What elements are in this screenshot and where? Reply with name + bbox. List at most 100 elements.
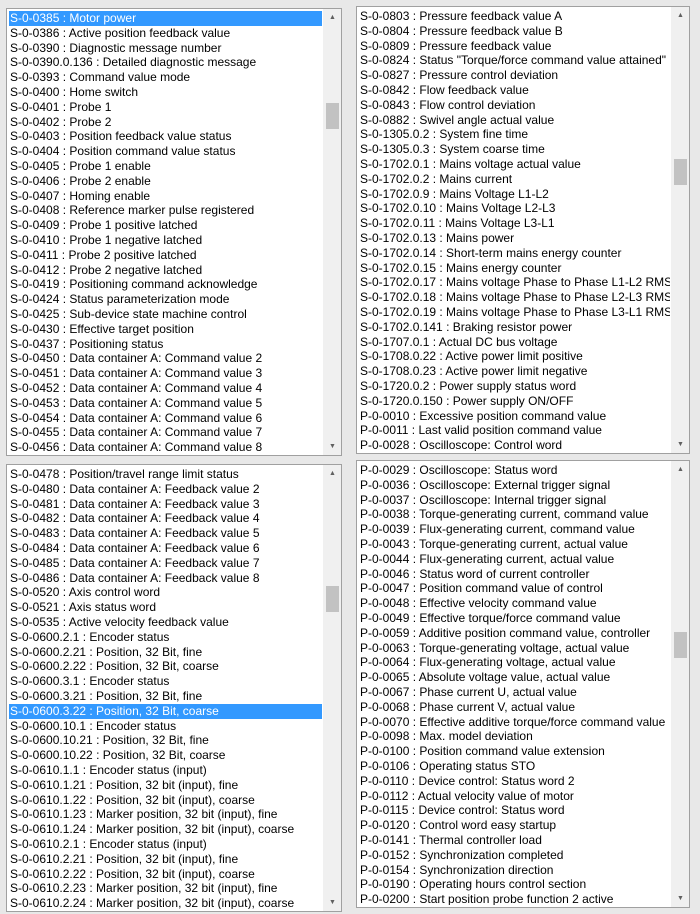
- list-item[interactable]: P-0-0065 : Absolute voltage value, actua…: [359, 670, 670, 685]
- list-item[interactable]: S-0-0484 : Data container A: Feedback va…: [9, 541, 322, 556]
- list-item[interactable]: S-0-0390.0.136 : Detailed diagnostic mes…: [9, 55, 322, 70]
- list-item[interactable]: P-0-0043 : Torque-generating current, ac…: [359, 537, 670, 552]
- list-item[interactable]: S-0-0610.1.23 : Marker position, 32 bit …: [9, 807, 322, 822]
- list-item[interactable]: P-0-0190 : Operating hours control secti…: [359, 877, 670, 892]
- list-item[interactable]: P-0-0064 : Flux-generating voltage, actu…: [359, 655, 670, 670]
- list-item[interactable]: S-0-0804 : Pressure feedback value B: [359, 24, 670, 39]
- scrollbar-thumb[interactable]: [326, 103, 339, 130]
- list-item[interactable]: S-0-0453 : Data container A: Command val…: [9, 396, 322, 411]
- list-item[interactable]: P-0-0059 : Additive position command val…: [359, 626, 670, 641]
- list-item[interactable]: S-0-0521 : Axis status word: [9, 600, 322, 615]
- list-item[interactable]: P-0-0037 : Oscilloscope: Internal trigge…: [359, 493, 670, 508]
- list-item[interactable]: S-0-1702.0.14 : Short-term mains energy …: [359, 246, 670, 261]
- list-item[interactable]: S-0-0456 : Data container A: Command val…: [9, 440, 322, 453]
- list-item[interactable]: S-0-1305.0.3 : System coarse time: [359, 142, 670, 157]
- chevron-down-icon[interactable]: ▼: [324, 894, 341, 911]
- list-item[interactable]: P-0-0068 : Phase current V, actual value: [359, 700, 670, 715]
- list-item[interactable]: S-0-0600.10.21 : Position, 32 Bit, fine: [9, 733, 322, 748]
- list-item[interactable]: S-0-0610.2.21 : Position, 32 bit (input)…: [9, 852, 322, 867]
- list-item[interactable]: P-0-0120 : Control word easy startup: [359, 818, 670, 833]
- list-item[interactable]: S-0-0600.2.1 : Encoder status: [9, 630, 322, 645]
- list-item[interactable]: P-0-0070 : Effective additive torque/for…: [359, 715, 670, 730]
- list-item[interactable]: S-0-0610.2.1 : Encoder status (input): [9, 837, 322, 852]
- list-item[interactable]: S-0-0483 : Data container A: Feedback va…: [9, 526, 322, 541]
- list-item[interactable]: S-0-1702.0.11 : Mains Voltage L3-L1: [359, 216, 670, 231]
- list-item[interactable]: P-0-0067 : Phase current U, actual value: [359, 685, 670, 700]
- list-item[interactable]: S-0-0437 : Positioning status: [9, 337, 322, 352]
- list-item[interactable]: P-0-0039 : Flux-generating current, comm…: [359, 522, 670, 537]
- list-item[interactable]: P-0-0152 : Synchronization completed: [359, 848, 670, 863]
- list-item[interactable]: P-0-0011 : Last valid position command v…: [359, 423, 670, 438]
- list-item[interactable]: S-0-0610.1.21 : Position, 32 bit (input)…: [9, 778, 322, 793]
- list-item[interactable]: P-0-0010 : Excessive position command va…: [359, 409, 670, 424]
- list-item[interactable]: S-0-1305.0.2 : System fine time: [359, 127, 670, 142]
- list-item[interactable]: S-0-0600.10.22 : Position, 32 Bit, coars…: [9, 748, 322, 763]
- list-item[interactable]: S-0-0412 : Probe 2 negative latched: [9, 263, 322, 278]
- vertical-scrollbar[interactable]: ▲ ▼: [671, 7, 689, 453]
- list-item[interactable]: S-0-0411 : Probe 2 positive latched: [9, 248, 322, 263]
- parameter-list-bottom-left[interactable]: S-0-0478 : Position/travel range limit s…: [6, 464, 342, 912]
- list-item[interactable]: S-0-0803 : Pressure feedback value A: [359, 9, 670, 24]
- list-item[interactable]: S-0-0402 : Probe 2: [9, 115, 322, 130]
- vertical-scrollbar[interactable]: ▲ ▼: [671, 461, 689, 907]
- list-item[interactable]: S-0-0610.2.23 : Marker position, 32 bit …: [9, 881, 322, 896]
- list-item[interactable]: S-0-0520 : Axis control word: [9, 585, 322, 600]
- list-item[interactable]: S-0-1702.0.2 : Mains current: [359, 172, 670, 187]
- list-item[interactable]: S-0-1720.0.2 : Power supply status word: [359, 379, 670, 394]
- list-item[interactable]: S-0-0409 : Probe 1 positive latched: [9, 218, 322, 233]
- list-item[interactable]: S-0-0405 : Probe 1 enable: [9, 159, 322, 174]
- list-item[interactable]: S-0-1702.0.10 : Mains Voltage L2-L3: [359, 201, 670, 216]
- list-item[interactable]: S-0-0882 : Swivel angle actual value: [359, 113, 670, 128]
- list-item[interactable]: S-0-0450 : Data container A: Command val…: [9, 351, 322, 366]
- list-item[interactable]: S-0-0452 : Data container A: Command val…: [9, 381, 322, 396]
- list-item[interactable]: S-0-1702.0.1 : Mains voltage actual valu…: [359, 157, 670, 172]
- vertical-scrollbar[interactable]: ▲ ▼: [323, 465, 341, 911]
- list-item[interactable]: S-0-1702.0.9 : Mains Voltage L1-L2: [359, 187, 670, 202]
- list-item[interactable]: S-0-0610.2.22 : Position, 32 bit (input)…: [9, 867, 322, 882]
- list-item[interactable]: S-0-0385 : Motor power: [9, 11, 322, 26]
- parameter-list-bottom-right[interactable]: P-0-0029 : Oscilloscope: Status word P-0-…: [356, 460, 690, 908]
- list-item[interactable]: S-0-1702.0.18 : Mains voltage Phase to P…: [359, 290, 670, 305]
- list-item[interactable]: S-0-0610.2.24 : Marker position, 32 bit …: [9, 896, 322, 909]
- list-item[interactable]: P-0-0100 : Position command value extens…: [359, 744, 670, 759]
- list-item[interactable]: P-0-0110 : Device control: Status word 2: [359, 774, 670, 789]
- list-item[interactable]: S-0-0455 : Data container A: Command val…: [9, 425, 322, 440]
- list-item[interactable]: S-0-0393 : Command value mode: [9, 70, 322, 85]
- parameter-list-top-right[interactable]: S-0-0803 : Pressure feedback value A S-0-…: [356, 6, 690, 454]
- list-item[interactable]: S-0-0600.2.21 : Position, 32 Bit, fine: [9, 645, 322, 660]
- list-item[interactable]: P-0-0036 : Oscilloscope: External trigge…: [359, 478, 670, 493]
- list-item[interactable]: S-0-0535 : Active velocity feedback valu…: [9, 615, 322, 630]
- list-item[interactable]: S-0-0408 : Reference marker pulse regist…: [9, 203, 322, 218]
- list-item[interactable]: S-0-0486 : Data container A: Feedback va…: [9, 571, 322, 586]
- list-item[interactable]: P-0-0141 : Thermal controller load: [359, 833, 670, 848]
- list-item[interactable]: S-0-0424 : Status parameterization mode: [9, 292, 322, 307]
- list-item[interactable]: S-0-0406 : Probe 2 enable: [9, 174, 322, 189]
- list-item[interactable]: P-0-0029 : Oscilloscope: Status word: [359, 463, 670, 478]
- list-item[interactable]: S-0-0403 : Position feedback value statu…: [9, 129, 322, 144]
- list-item[interactable]: S-0-0827 : Pressure control deviation: [359, 68, 670, 83]
- scrollbar-thumb[interactable]: [674, 632, 687, 659]
- list-item[interactable]: S-0-0610.1.24 : Marker position, 32 bit …: [9, 822, 322, 837]
- list-item[interactable]: S-0-0404 : Position command value status: [9, 144, 322, 159]
- list-item[interactable]: P-0-0115 : Device control: Status word: [359, 803, 670, 818]
- list-item[interactable]: S-0-1702.0.13 : Mains power: [359, 231, 670, 246]
- list-item[interactable]: S-0-0400 : Home switch: [9, 85, 322, 100]
- parameter-list-top-left[interactable]: S-0-0385 : Motor power S-0-0386 : Active …: [6, 8, 342, 456]
- list-item[interactable]: P-0-0038 : Torque-generating current, co…: [359, 507, 670, 522]
- chevron-up-icon[interactable]: ▲: [324, 9, 341, 26]
- list-item[interactable]: S-0-1707.0.1 : Actual DC bus voltage: [359, 335, 670, 350]
- scrollbar-thumb[interactable]: [326, 586, 339, 613]
- list-item[interactable]: S-0-0451 : Data container A: Command val…: [9, 366, 322, 381]
- list-item[interactable]: S-0-0481 : Data container A: Feedback va…: [9, 497, 322, 512]
- list-item[interactable]: S-0-0401 : Probe 1: [9, 100, 322, 115]
- list-item[interactable]: S-0-0480 : Data container A: Feedback va…: [9, 482, 322, 497]
- list-item[interactable]: S-0-0485 : Data container A: Feedback va…: [9, 556, 322, 571]
- list-item[interactable]: S-0-0600.3.21 : Position, 32 Bit, fine: [9, 689, 322, 704]
- list-item[interactable]: P-0-0028 : Oscilloscope: Control word: [359, 438, 670, 451]
- list-item[interactable]: P-0-0063 : Torque-generating voltage, ac…: [359, 641, 670, 656]
- chevron-down-icon[interactable]: ▼: [672, 436, 689, 453]
- list-item[interactable]: P-0-0049 : Effective torque/force comman…: [359, 611, 670, 626]
- list-item[interactable]: P-0-0106 : Operating status STO: [359, 759, 670, 774]
- list-item[interactable]: S-0-1702.0.17 : Mains voltage Phase to P…: [359, 275, 670, 290]
- list-item[interactable]: S-0-0386 : Active position feedback valu…: [9, 26, 322, 41]
